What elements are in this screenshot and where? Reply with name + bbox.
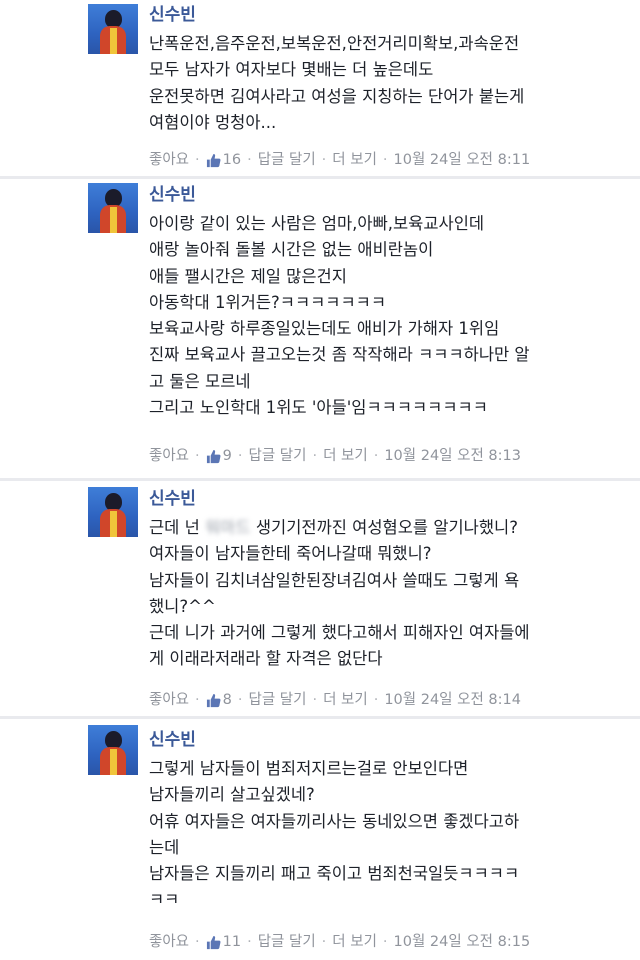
- reply-link[interactable]: 답글 달기: [248, 690, 306, 710]
- comment-line: 어휴 여자들은 여자들끼리사는 동네있으면 좋겠다고하: [149, 811, 520, 831]
- like-link[interactable]: 좋아요: [149, 150, 189, 170]
- comment-text: 그렇게 남자들이 범죄저지르는걸로 안보인다면 남자들끼리 살고싶겠네? 어휴 …: [149, 756, 629, 914]
- comment-text-start: 근데 넌: [149, 518, 200, 537]
- comment-line: 애랑 놀아줘 돌볼 시간은 없는 애비란놈이: [149, 240, 434, 260]
- comment-line: 게 이래라저래라 할 자격은 없단다: [149, 649, 383, 669]
- comment-timestamp[interactable]: 10월 24일 오전 8:14: [384, 690, 521, 710]
- comment-timestamp[interactable]: 10월 24일 오전 8:11: [394, 150, 531, 170]
- comment-text: 난폭운전,음주운전,보복운전,안전거리미확보,과속운전 모두 남자가 여자보다 …: [149, 31, 629, 136]
- avatar[interactable]: [88, 725, 138, 775]
- like-count: 9: [222, 448, 232, 464]
- comment-line: 아이랑 같이 있는 사람은 엄마,아빠,보육교사인데: [149, 214, 485, 233]
- comment-line: 고 둘은 모르네: [149, 371, 251, 391]
- comment-line: 운전못하면 김여사라고 여성을 지칭하는 단어가 붙는게: [149, 86, 525, 106]
- comment-author[interactable]: 신수빈: [149, 488, 196, 510]
- thumbs-up-icon: [206, 935, 221, 949]
- reply-link[interactable]: 답글 달기: [248, 446, 306, 466]
- thumbs-up-icon: [206, 153, 221, 167]
- more-link[interactable]: 더 보기: [332, 150, 377, 170]
- like-count: 8: [222, 692, 232, 708]
- comment-line: ㅋㅋ: [149, 890, 180, 910]
- more-link[interactable]: 더 보기: [332, 932, 377, 952]
- comment-text: 아이랑 같이 있는 사람은 엄마,아빠,보육교사인데 애랑 놀아줘 돌볼 시간은…: [149, 211, 629, 421]
- comment-actions: 좋아요 · 9 · 답글 달기 · 더 보기 · 10월 24일 오전 8:13: [149, 446, 521, 466]
- reply-link[interactable]: 답글 달기: [258, 932, 316, 952]
- comment-line: 여자들이 남자들한테 죽어나갈때 뭐했니?: [149, 544, 432, 564]
- comment-line: 여혐이야 멍청아...: [149, 112, 277, 132]
- comment-actions: 좋아요 · 11 · 답글 달기 · 더 보기 · 10월 24일 오전 8:1…: [149, 932, 531, 952]
- comment-line: 남자들은 지들끼리 패고 죽이고 범죄천국일듯ㅋㅋㅋㅋ: [149, 864, 520, 884]
- more-link[interactable]: 더 보기: [323, 690, 368, 710]
- like-count: 16: [222, 152, 242, 168]
- comment-line: 진짜 보육교사 끌고오는것 좀 작작해라 ㅋㅋㅋ하나만 알: [149, 345, 530, 365]
- comment-line: 애들 팰시간은 제일 많은건지: [149, 266, 347, 286]
- comment-actions: 좋아요 · 8 · 답글 달기 · 더 보기 · 10월 24일 오전 8:14: [149, 690, 521, 710]
- comment-item: 신수빈 아이랑 같이 있는 사람은 엄마,아빠,보육교사인데 애랑 놀아줘 돌볼…: [0, 179, 640, 478]
- like-link[interactable]: 좋아요: [149, 932, 189, 952]
- thumbs-up-icon: [206, 449, 221, 463]
- avatar[interactable]: [88, 183, 138, 233]
- reply-link[interactable]: 답글 달기: [258, 150, 316, 170]
- like-link[interactable]: 좋아요: [149, 446, 189, 466]
- comment-item: 신수빈 근데 넌 워마드 생기기전까진 여성혐오를 알기나했니? 여자들이 남자…: [0, 481, 640, 716]
- avatar[interactable]: [88, 4, 138, 54]
- comment-item: 신수빈 난폭운전,음주운전,보복운전,안전거리미확보,과속운전 모두 남자가 여…: [0, 0, 640, 176]
- comment-text-end: 생기기전까진 여성혐오를 알기나했니?: [255, 518, 518, 537]
- comment-line: 는데: [149, 837, 180, 857]
- comment-line: 남자들끼리 살고싶겠네?: [149, 785, 315, 805]
- redacted-word: 워마드: [205, 518, 251, 537]
- comment-author[interactable]: 신수빈: [149, 729, 196, 751]
- comment-line: 보육교사랑 하루종일있는데도 애비가 가해자 1위임: [149, 319, 500, 339]
- comment-line: 근데 넌 워마드 생기기전까진 여성혐오를 알기나했니?: [149, 515, 629, 541]
- comment-text: 근데 넌 워마드 생기기전까진 여성혐오를 알기나했니? 여자들이 남자들한테 …: [149, 515, 629, 673]
- comment-line: 했니?^^: [149, 596, 216, 616]
- like-count: 11: [222, 934, 242, 950]
- comment-actions: 좋아요 · 16 · 답글 달기 · 더 보기 · 10월 24일 오전 8:1…: [149, 150, 531, 170]
- comment-author[interactable]: 신수빈: [149, 4, 196, 26]
- comment-line: 그렇게 남자들이 범죄저지르는걸로 안보인다면: [149, 759, 469, 778]
- comment-line: 근데 니가 과거에 그렇게 했다고해서 피해자인 여자들에: [149, 623, 530, 643]
- more-link[interactable]: 더 보기: [323, 446, 368, 466]
- comment-item: 신수빈 그렇게 남자들이 범죄저지르는걸로 안보인다면 남자들끼리 살고싶겠네?…: [0, 719, 640, 960]
- comment-line: 난폭운전,음주운전,보복운전,안전거리미확보,과속운전: [149, 34, 520, 53]
- comment-author[interactable]: 신수빈: [149, 184, 196, 206]
- comment-line: 아동학대 1위거든?ㅋㅋㅋㅋㅋㅋㅋ: [149, 292, 387, 312]
- like-link[interactable]: 좋아요: [149, 690, 189, 710]
- thumbs-up-icon: [206, 693, 221, 707]
- avatar[interactable]: [88, 487, 138, 537]
- comment-timestamp[interactable]: 10월 24일 오전 8:13: [384, 446, 521, 466]
- comment-line: 모두 남자가 여자보다 몇배는 더 높은데도: [149, 60, 434, 80]
- comment-line: 그리고 노인학대 1위도 '아들'임ㅋㅋㅋㅋㅋㅋㅋㅋ: [149, 398, 488, 418]
- comment-line: 남자들이 김치녀삼일한된장녀김여사 쓸때도 그렇게 욕: [149, 570, 520, 590]
- comment-timestamp[interactable]: 10월 24일 오전 8:15: [394, 932, 531, 952]
